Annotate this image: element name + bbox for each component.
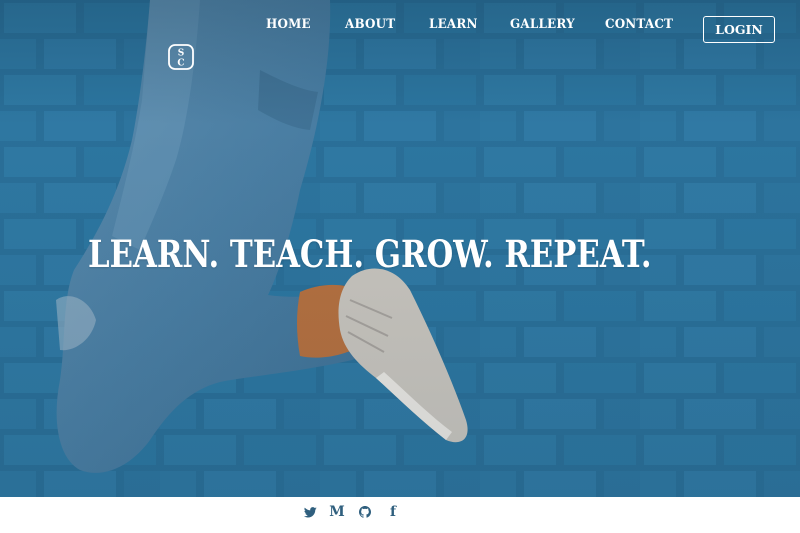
- hero-section: S C HOME ABOUT LEARN GALLERY CONTACT LOG…: [0, 0, 800, 497]
- login-button[interactable]: LOGIN: [703, 16, 775, 43]
- nav-gallery-link[interactable]: GALLERY: [510, 17, 575, 32]
- hero-headline: LEARN. TEACH. GROW. REPEAT.: [88, 232, 652, 276]
- medium-icon[interactable]: M: [329, 504, 345, 520]
- main-nav: HOME ABOUT LEARN GALLERY CONTACT LOGIN: [0, 0, 800, 60]
- svg-text:C: C: [177, 59, 184, 69]
- github-icon[interactable]: [357, 504, 373, 520]
- nav-contact-link[interactable]: CONTACT: [605, 17, 673, 32]
- nav-learn-link[interactable]: LEARN: [429, 17, 478, 32]
- nav-about-link[interactable]: ABOUT: [345, 17, 395, 32]
- nav-home-link[interactable]: HOME: [266, 17, 311, 32]
- footer: M f: [0, 497, 800, 533]
- facebook-icon[interactable]: f: [385, 504, 401, 520]
- facebook-glyph: f: [389, 504, 397, 520]
- medium-glyph: M: [329, 504, 345, 520]
- twitter-icon[interactable]: [302, 504, 318, 520]
